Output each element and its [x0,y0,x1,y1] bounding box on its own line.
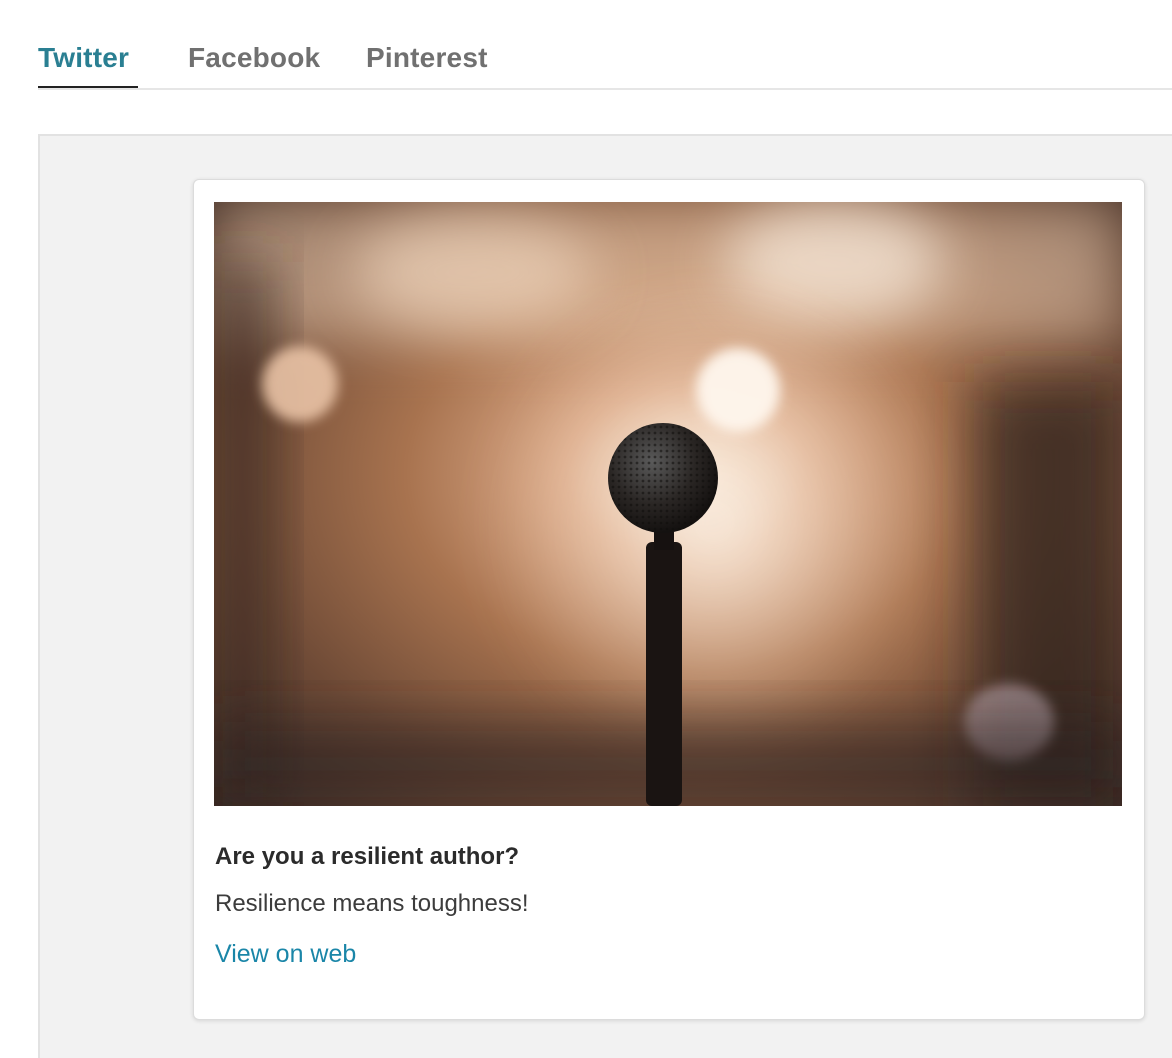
card-description: Resilience means toughness! [215,890,529,917]
tab-twitter[interactable]: Twitter [38,42,129,74]
post-image [214,202,1122,806]
card-title: Are you a resilient author? [215,843,520,870]
tab-pinterest[interactable]: Pinterest [366,42,488,74]
view-on-web-link[interactable]: View on web [215,940,356,969]
tab-facebook[interactable]: Facebook [188,42,320,74]
active-tab-indicator [38,86,138,88]
social-tabs: Twitter Facebook Pinterest [38,0,1172,90]
